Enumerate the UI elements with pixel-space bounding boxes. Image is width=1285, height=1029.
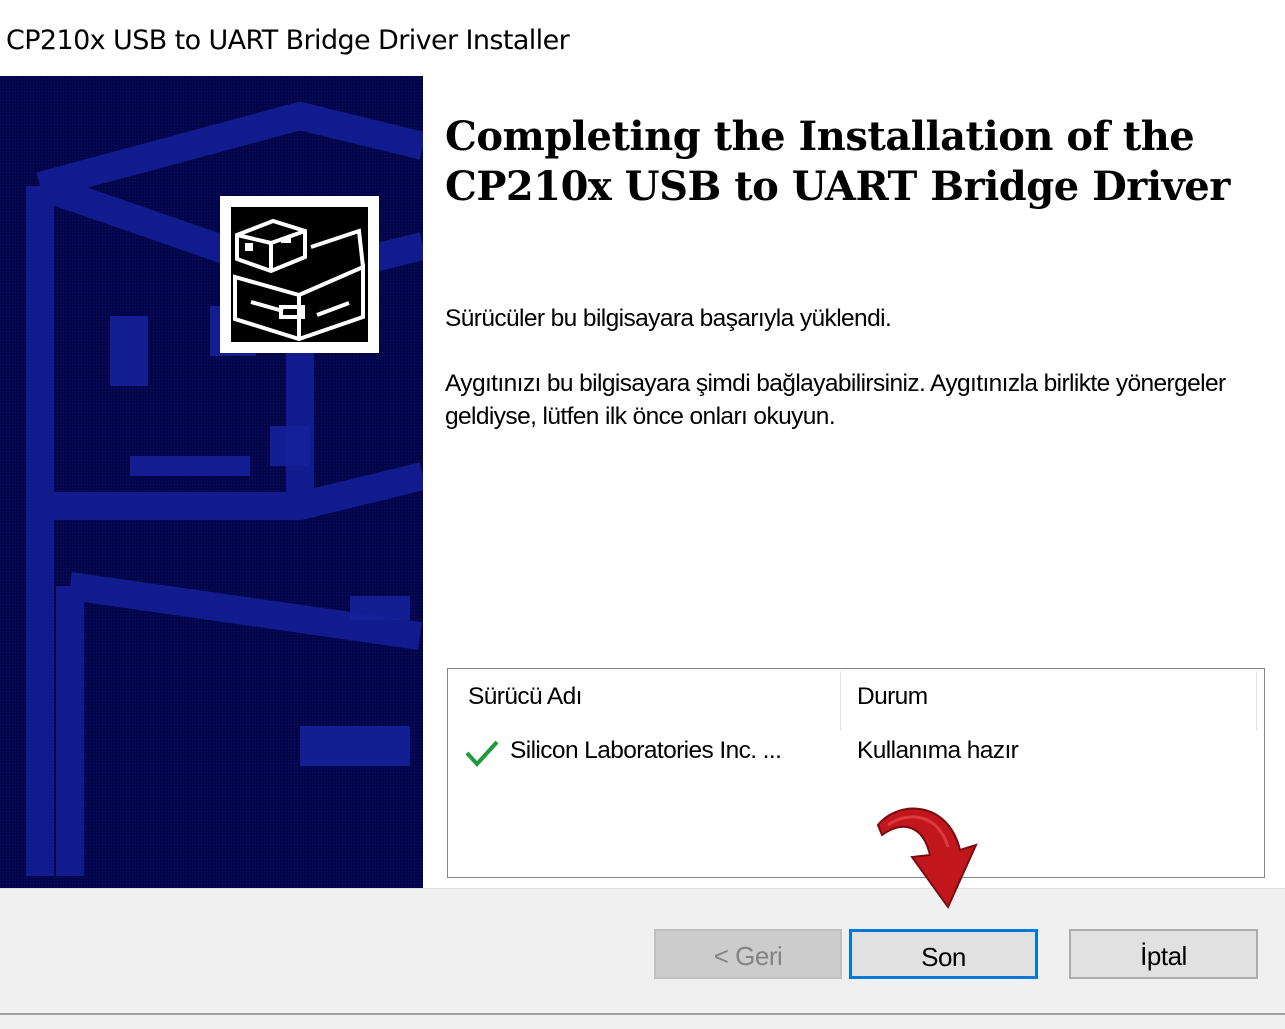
page-title: Completing the Installation of the CP210…	[445, 113, 1230, 210]
installer-drive-icon	[231, 207, 368, 342]
list-header: Sürücü Adı Durum	[448, 669, 1257, 731]
column-header-status[interactable]: Durum	[857, 683, 928, 711]
curved-arrow-icon	[876, 807, 978, 909]
installer-logo	[220, 196, 379, 353]
bottom-divider	[0, 1013, 1285, 1015]
driver-status: Kullanıma hazır	[857, 737, 1019, 764]
success-message: Sürücüler bu bilgisayara başarıyla yükle…	[445, 305, 892, 332]
side-banner	[0, 76, 423, 888]
list-item[interactable]: Silicon Laboratories Inc. ... Kullanıma …	[448, 735, 1262, 775]
column-header-driver-name[interactable]: Sürücü Adı	[468, 683, 582, 711]
button-bar: < Geri Son İptal	[0, 888, 1285, 1029]
main-content: Completing the Installation of the CP210…	[423, 76, 1285, 888]
column-divider[interactable]	[840, 671, 841, 731]
column-divider[interactable]	[1256, 671, 1257, 731]
finish-button[interactable]: Son	[849, 929, 1038, 979]
instructions-message: Aygıtınızı bu bilgisayara şimdi bağlayab…	[445, 370, 1226, 430]
title-bar: CP210x USB to UART Bridge Driver Install…	[0, 0, 1285, 76]
check-icon	[464, 739, 500, 776]
back-button[interactable]: < Geri	[654, 929, 842, 979]
window-title: CP210x USB to UART Bridge Driver Install…	[6, 25, 570, 56]
driver-list[interactable]: Sürücü Adı Durum Silicon Laboratories In…	[447, 668, 1265, 878]
cancel-button[interactable]: İptal	[1069, 929, 1258, 979]
driver-name: Silicon Laboratories Inc. ...	[510, 737, 782, 764]
